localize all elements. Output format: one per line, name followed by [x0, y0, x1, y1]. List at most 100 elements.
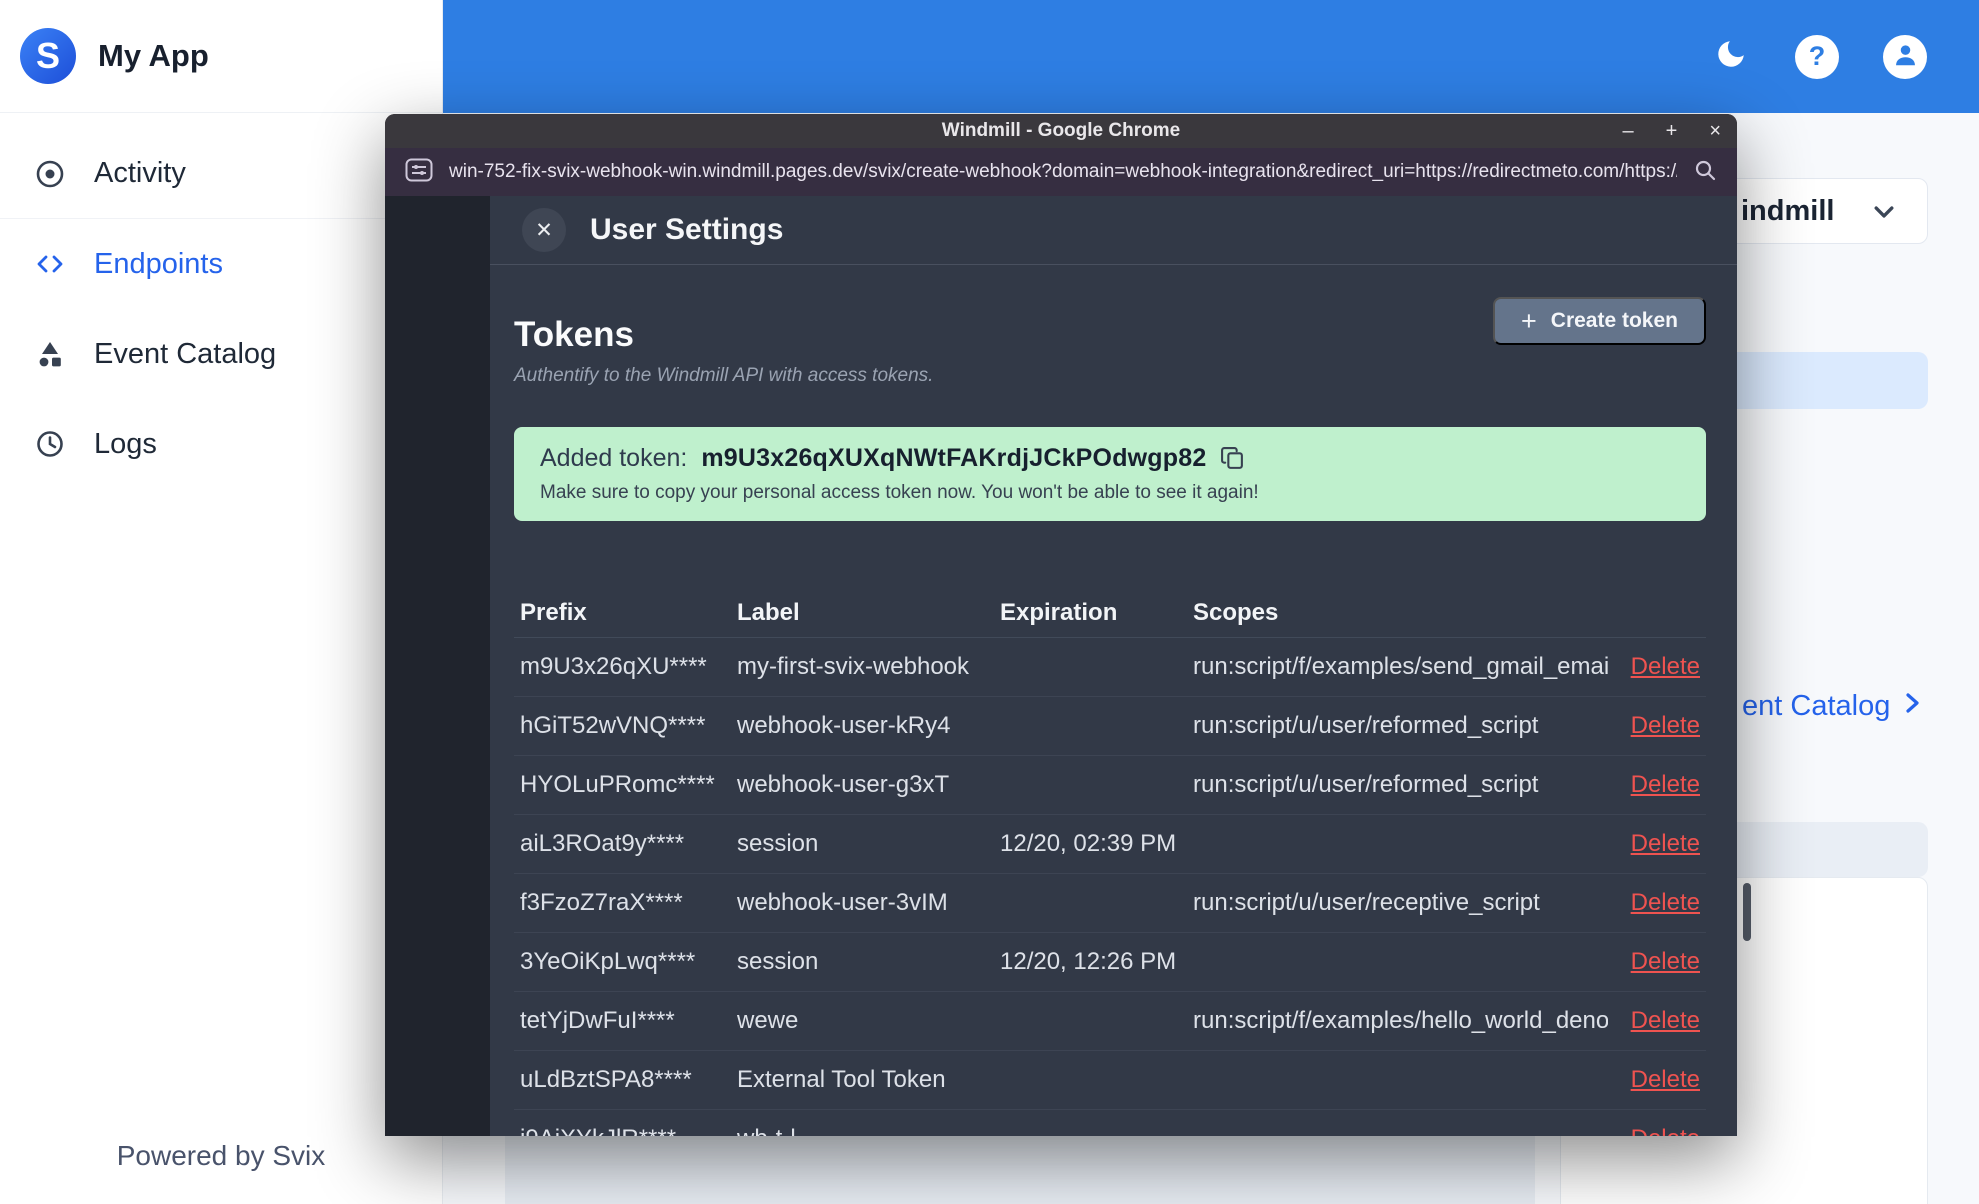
- table-row: m9U3x26qXU**** my-first-svix-webhook run:s…: [514, 638, 1706, 697]
- delete-token-link[interactable]: Delete: [1608, 830, 1700, 858]
- cell-prefix: hGiT52wVNQ****: [520, 712, 706, 739]
- alert-note: Make sure to copy your personal access t…: [540, 482, 1259, 503]
- table-row: hGiT52wVNQ**** webhook-user-kRy4 run:scrip…: [514, 697, 1706, 756]
- maximize-button[interactable]: +: [1666, 121, 1678, 141]
- cell-label: External Tool Token: [737, 1066, 946, 1093]
- cell-scopes: run:script/u/user/reformed_script: [1193, 771, 1539, 798]
- browser-viewport: ✕ User Settings + Create token Tokens Au…: [385, 196, 1737, 1136]
- site-settings-icon[interactable]: [405, 158, 433, 187]
- event-catalog-link[interactable]: ent Catalog: [1742, 690, 1922, 723]
- delete-token-link[interactable]: Delete: [1608, 771, 1700, 799]
- sidebar-item-label: Activity: [94, 157, 186, 189]
- code-brackets-icon: [34, 248, 66, 280]
- scrollbar-thumb[interactable]: [1743, 883, 1751, 941]
- sidebar-nav: Activity Endpoints Event Catalog Logs: [0, 129, 442, 489]
- history-clock-icon: [34, 428, 66, 460]
- topbar: ?: [443, 0, 1979, 113]
- header-label: Label: [737, 598, 800, 626]
- shapes-icon: [34, 338, 66, 370]
- token-table-rows: m9U3x26qXU**** my-first-svix-webhook run:s…: [514, 638, 1706, 1136]
- chevron-right-icon: [1902, 690, 1922, 723]
- cell-label: webhook-user-3vIM: [737, 889, 948, 916]
- token-value: m9U3x26qXUXqNWtFAKrdjJCkPOdwgp82: [701, 443, 1207, 472]
- table-row: i9AjXYkJlR****wb-t-l Delete: [514, 1110, 1706, 1136]
- close-icon: ✕: [535, 218, 553, 242]
- cell-scopes: run:script/u/user/receptive_script: [1193, 889, 1540, 916]
- question-mark-icon: ?: [1808, 41, 1826, 71]
- drawer-header: ✕ User Settings: [490, 196, 1737, 265]
- delete-token-link[interactable]: Delete: [1608, 1125, 1700, 1136]
- sidebar: S My App Activity Endpoints Event Catalo…: [0, 0, 443, 1204]
- user-menu-button[interactable]: [1883, 34, 1927, 79]
- tokens-subtitle: Authentify to the Windmill API with acce…: [514, 365, 934, 386]
- table-row: 3YeOiKpLwq**** session 12/20, 12:26 PM Dele…: [514, 933, 1706, 992]
- cell-prefix: uLdBztSPA8****: [520, 1066, 692, 1093]
- plus-icon: +: [1521, 305, 1537, 336]
- table-row: uLdBztSPA8**** External Tool Token Delete: [514, 1051, 1706, 1110]
- header-prefix: Prefix: [520, 598, 587, 626]
- svix-logo-letter: S: [35, 35, 60, 76]
- cell-prefix: tetYjDwFuI****: [520, 1007, 675, 1034]
- sidebar-item-endpoints[interactable]: Endpoints: [0, 219, 442, 309]
- table-row: f3FzoZ7raX**** webhook-user-3vIM run:scrip…: [514, 874, 1706, 933]
- delete-token-link[interactable]: Delete: [1608, 889, 1700, 917]
- user-icon: [1892, 41, 1919, 73]
- cell-prefix: m9U3x26qXU****: [520, 653, 707, 680]
- table-row: tetYjDwFuI**** wewe run:script/f/examples/…: [514, 992, 1706, 1051]
- sidebar-item-label: Event Catalog: [94, 337, 277, 370]
- minimize-button[interactable]: –: [1623, 121, 1634, 141]
- alert-token-line: Added token: m9U3x26qXUXqNWtFAKrdjJCkPOd…: [540, 442, 1680, 474]
- sidebar-item-label: Logs: [94, 427, 157, 460]
- cell-label: wb-t-l: [737, 1125, 1000, 1136]
- delete-token-link[interactable]: Delete: [1608, 1007, 1700, 1035]
- sidebar-header: S My App: [0, 0, 442, 113]
- powered-by-svix: Powered by Svix: [116, 1140, 326, 1171]
- cell-label: session: [737, 830, 819, 857]
- activity-icon: [34, 158, 66, 190]
- cell-prefix: i9AjXYkJlR****: [520, 1125, 737, 1136]
- alert-label: Added token:: [540, 443, 688, 472]
- delete-token-link[interactable]: Delete: [1608, 712, 1700, 740]
- browser-urlbar: win-752-fix-svix-webhook-win.windmill.pa…: [385, 148, 1737, 196]
- close-window-button[interactable]: ×: [1709, 121, 1721, 141]
- delete-token-link[interactable]: Delete: [1608, 1066, 1700, 1094]
- header-scopes: Scopes: [1193, 598, 1279, 626]
- header-expiration: Expiration: [1000, 598, 1118, 626]
- sidebar-item-activity[interactable]: Activity: [0, 129, 442, 219]
- cell-prefix: f3FzoZ7raX****: [520, 889, 683, 916]
- table-row: aiL3ROat9y**** session 12/20, 02:39 PM Dele…: [514, 815, 1706, 874]
- url-input[interactable]: win-752-fix-svix-webhook-win.windmill.pa…: [449, 161, 1677, 183]
- drawer-body: + Create token Tokens Authentify to the …: [490, 265, 1737, 1136]
- chrome-window: Windmill - Google Chrome – + × win-752-f…: [385, 114, 1737, 1136]
- token-created-alert: Added token: m9U3x26qXUXqNWtFAKrdjJCkPOd…: [514, 427, 1706, 521]
- sidebar-item-event-catalog[interactable]: Event Catalog: [0, 309, 442, 399]
- help-button[interactable]: ?: [1795, 34, 1839, 79]
- cell-label: session: [737, 948, 819, 975]
- cell-prefix: HYOLuPRomc****: [520, 771, 715, 798]
- window-titlebar[interactable]: Windmill - Google Chrome – + ×: [385, 114, 1737, 148]
- svix-logo: S: [20, 28, 76, 84]
- window-title: Windmill - Google Chrome: [941, 120, 1181, 141]
- cell-label: wewe: [737, 1007, 799, 1034]
- cell-label: webhook-user-g3xT: [737, 771, 950, 798]
- copy-token-button[interactable]: [1220, 446, 1245, 471]
- create-token-label: Create token: [1550, 309, 1678, 332]
- token-table: Prefix Label Expiration Scopes m9U3x26qX…: [514, 588, 1706, 1136]
- chevron-down-icon: [1871, 199, 1897, 230]
- cell-prefix: aiL3ROat9y****: [520, 830, 685, 857]
- cell-expiration: 12/20, 02:39 PM: [1000, 830, 1177, 857]
- zoom-search-icon[interactable]: [1693, 158, 1717, 187]
- delete-token-link[interactable]: Delete: [1608, 948, 1700, 976]
- dark-mode-toggle[interactable]: [1711, 37, 1751, 77]
- table-row: HYOLuPRomc**** webhook-user-g3xT run:scrip…: [514, 756, 1706, 815]
- sidebar-item-logs[interactable]: Logs: [0, 399, 442, 489]
- event-catalog-link-label: ent Catalog: [1742, 690, 1891, 722]
- close-drawer-button[interactable]: ✕: [522, 208, 566, 252]
- delete-token-link[interactable]: Delete: [1608, 653, 1700, 681]
- cell-label: webhook-user-kRy4: [737, 712, 951, 739]
- create-token-button[interactable]: + Create token: [1493, 297, 1706, 345]
- cell-scopes: run:script/f/examples/send_gmail_email: [1193, 653, 1608, 680]
- cell-scopes: run:script/u/user/reformed_script: [1193, 712, 1539, 739]
- app-name: My App: [98, 38, 209, 73]
- token-table-header: Prefix Label Expiration Scopes: [514, 588, 1706, 638]
